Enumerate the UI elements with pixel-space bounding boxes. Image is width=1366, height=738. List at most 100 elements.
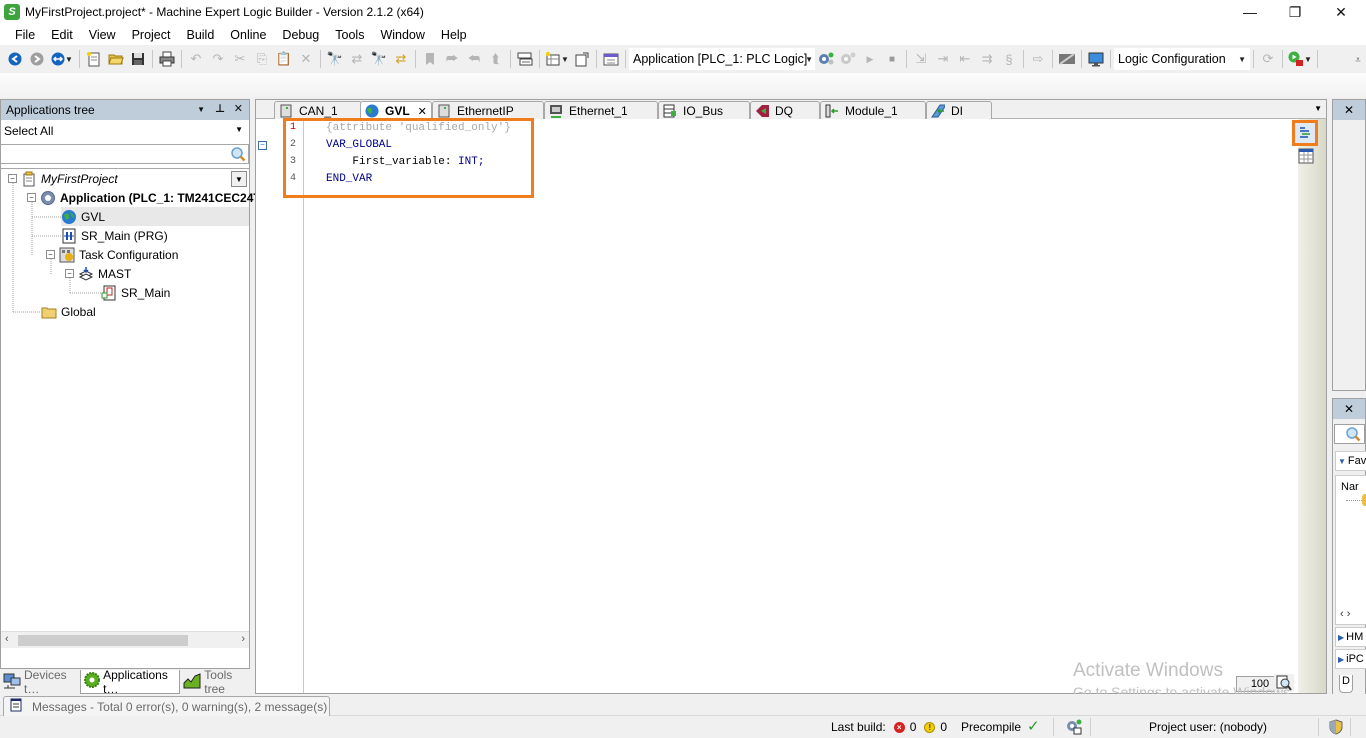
security-button[interactable]	[1329, 719, 1343, 735]
menu-help[interactable]: Help	[433, 28, 475, 42]
fold-toggle-icon[interactable]: −	[258, 141, 267, 150]
toolbox-group-hmi[interactable]: ▶ HM	[1335, 627, 1366, 647]
set-next-statement-button[interactable]: §	[998, 48, 1020, 70]
toolbox-tab[interactable]: D	[1339, 675, 1353, 693]
toolbox-group-ipc[interactable]: ▶ iPC	[1335, 649, 1366, 669]
prev-bookmark-button[interactable]: ⮪	[463, 48, 485, 70]
cut-button[interactable]: ✂	[229, 48, 251, 70]
tab-tools-tree[interactable]: Tools tree	[180, 668, 252, 696]
undo-button[interactable]: ↶	[185, 48, 207, 70]
show-current-statement-button[interactable]: ⇨	[1027, 48, 1049, 70]
next-bookmark-button[interactable]: ⮫	[441, 48, 463, 70]
menu-debug[interactable]: Debug	[274, 28, 327, 42]
scroll-left-icon[interactable]: ‹	[5, 633, 9, 645]
collapse-icon[interactable]: −	[27, 193, 36, 202]
close-panel-button[interactable]: ✕	[1333, 399, 1365, 419]
redo-button[interactable]: ↷	[207, 48, 229, 70]
run-to-cursor-button[interactable]: ⇉	[976, 48, 998, 70]
tab-dq[interactable]: DQ	[750, 101, 820, 119]
clear-bookmarks-button[interactable]: ⮬	[485, 48, 507, 70]
active-application-select[interactable]: Application [PLC_1: PLC Logic] ▼	[629, 48, 815, 70]
tab-io-bus[interactable]: IO_Bus	[658, 101, 750, 119]
add-object-button[interactable]: ▼	[543, 48, 571, 70]
panel-menu-button[interactable]: ▼	[197, 105, 205, 114]
close-panel-button[interactable]: ✕	[234, 102, 243, 115]
menu-edit[interactable]: Edit	[43, 28, 81, 42]
toolbox-search-input[interactable]	[1334, 424, 1365, 444]
collapse-icon[interactable]: −	[65, 269, 74, 278]
menu-build[interactable]: Build	[178, 28, 222, 42]
close-window-button[interactable]: ✕	[1318, 0, 1364, 24]
collapse-icon[interactable]: −	[46, 250, 55, 259]
copy-button[interactable]: ⎘	[251, 48, 273, 70]
tree-item-global[interactable]: Global	[41, 302, 96, 321]
logout-button[interactable]	[837, 48, 859, 70]
build-button[interactable]	[514, 48, 536, 70]
tree-item-gvl[interactable]: GVL	[61, 207, 249, 226]
simulation-button[interactable]	[1085, 48, 1107, 70]
force-values-button[interactable]	[1056, 48, 1078, 70]
tab-module-1[interactable]: Module_1	[820, 101, 926, 119]
tab-list-dropdown-button[interactable]: ▼	[1314, 104, 1322, 113]
tab-ethernetip[interactable]: EthernetIP	[432, 101, 544, 119]
menu-tools[interactable]: Tools	[327, 28, 372, 42]
export-button[interactable]	[571, 48, 593, 70]
tree-item-task-configuration[interactable]: − Task Configuration	[46, 245, 178, 264]
login-button[interactable]	[815, 48, 837, 70]
tree-item-application[interactable]: − Application (PLC_1: TM241CEC24T	[27, 188, 261, 207]
refresh-button[interactable]: ⟳	[1257, 48, 1279, 70]
tree-search-input[interactable]	[1, 144, 249, 164]
tree-item-mast[interactable]: − MAST	[65, 264, 131, 283]
online-settings-button[interactable]	[1066, 719, 1082, 735]
tree-horizontal-scrollbar[interactable]: ‹ ›	[1, 631, 249, 648]
messages-tab[interactable]: Messages - Total 0 error(s), 0 warning(s…	[3, 696, 331, 716]
scrollbar-thumb[interactable]	[18, 635, 188, 646]
scroll-right-icon[interactable]: ›	[241, 633, 245, 645]
tab-applications-tree[interactable]: Applications t…	[80, 668, 181, 696]
forward-button[interactable]	[26, 48, 48, 70]
find-in-project-button[interactable]: 🔭	[368, 48, 390, 70]
tab-can-1[interactable]: CAN_1	[274, 101, 362, 119]
tabular-view-button[interactable]	[1298, 148, 1314, 164]
bookmark-button[interactable]	[419, 48, 441, 70]
back-button[interactable]	[4, 48, 26, 70]
new-project-button[interactable]	[83, 48, 105, 70]
open-project-button[interactable]	[105, 48, 127, 70]
minimize-button[interactable]: —	[1227, 0, 1273, 24]
tree-filter-select[interactable]: Select All ▼	[1, 120, 249, 142]
tab-di[interactable]: DI	[926, 101, 992, 119]
stop-button[interactable]: ■	[881, 48, 903, 70]
menu-window[interactable]: Window	[372, 28, 432, 42]
toolbox-group-favorites[interactable]: ▼ Fav	[1335, 451, 1366, 471]
tab-devices-tree[interactable]: Devices t…	[0, 668, 80, 696]
step-out-button[interactable]: ⇤	[954, 48, 976, 70]
replace-in-project-button[interactable]: ⇄	[390, 48, 412, 70]
find-button[interactable]: 🔭	[324, 48, 346, 70]
list-scroll-arrows[interactable]: ‹ ›	[1340, 608, 1350, 620]
tree-node-dropdown-button[interactable]: ▼	[231, 171, 247, 187]
menu-view[interactable]: View	[81, 28, 124, 42]
paste-button[interactable]: 📋	[273, 48, 295, 70]
save-button[interactable]	[127, 48, 149, 70]
tree-item-myfirstproject[interactable]: − MyFirstProject	[8, 169, 118, 188]
start-button[interactable]: ▶	[859, 48, 881, 70]
find-replace-button[interactable]: ⇄	[346, 48, 368, 70]
navigate-button[interactable]: ▼	[48, 48, 76, 70]
textual-view-button[interactable]	[1292, 120, 1318, 146]
pin-button[interactable]: ⊥	[215, 102, 225, 115]
step-over-button[interactable]: ⇲	[910, 48, 932, 70]
print-button[interactable]	[156, 48, 178, 70]
menu-file[interactable]: File	[7, 28, 43, 42]
menu-project[interactable]: Project	[124, 28, 179, 42]
collapse-icon[interactable]: −	[8, 174, 17, 183]
toolbar-overflow-button[interactable]: ⩡	[1352, 51, 1364, 69]
configuration-select[interactable]: Logic Configuration ▼	[1114, 48, 1250, 70]
delete-button[interactable]: ✕	[295, 48, 317, 70]
maximize-button[interactable]: ❐	[1272, 0, 1318, 24]
login-config-button[interactable]	[600, 48, 622, 70]
tab-ethernet-1[interactable]: Ethernet_1	[544, 101, 658, 119]
menu-online[interactable]: Online	[222, 28, 274, 42]
tree-item-sr-main[interactable]: SR_Main	[101, 283, 170, 302]
close-panel-button[interactable]: ✕	[1333, 100, 1365, 120]
tree-item-sr-main-prg[interactable]: SR_Main (PRG)	[61, 226, 168, 245]
